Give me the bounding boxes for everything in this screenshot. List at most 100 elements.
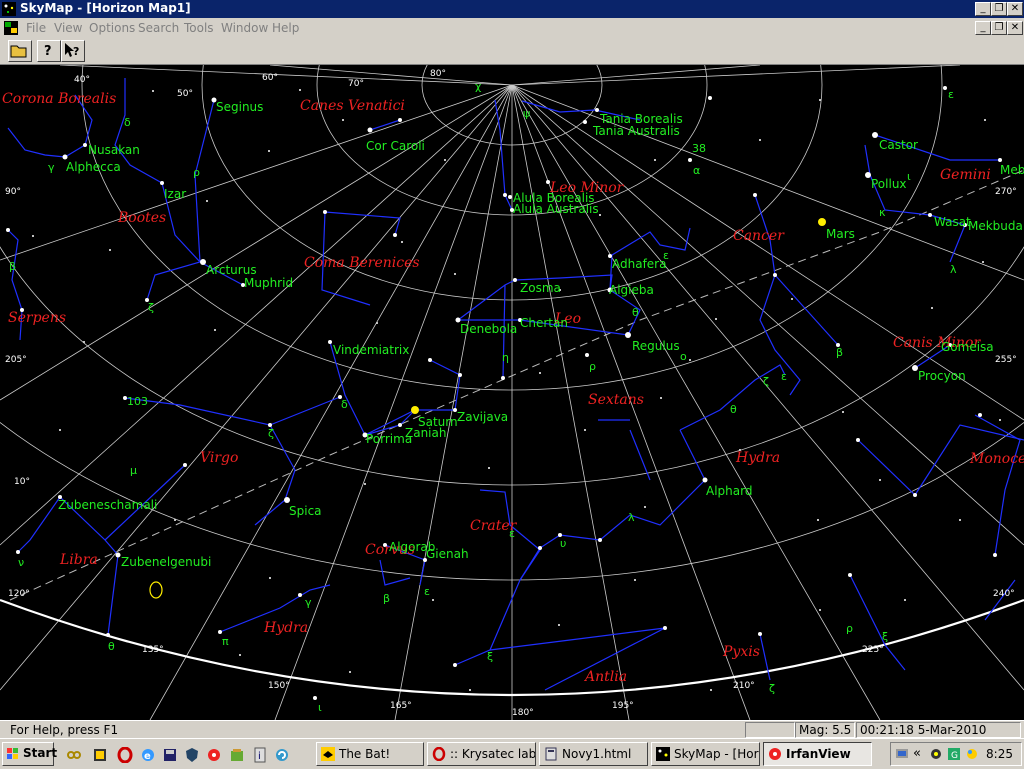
con-corona-borealis: Corona Borealis xyxy=(2,91,116,107)
svg-text:γ: γ xyxy=(48,161,55,174)
star-nusakan: Nusakan xyxy=(88,143,140,157)
star-alula-australis: Alula Australis xyxy=(513,202,599,216)
svg-text:β: β xyxy=(836,346,843,359)
svg-text:60°: 60° xyxy=(262,73,278,83)
svg-text:ξ: ξ xyxy=(487,650,493,663)
saturn-dot[interactable] xyxy=(411,406,419,414)
help-button[interactable]: ? xyxy=(37,40,61,62)
task-the-bat[interactable]: The Bat! xyxy=(316,742,424,766)
svg-text:195°: 195° xyxy=(612,701,634,711)
star-alphecca: Alphecca xyxy=(66,160,121,174)
svg-text:10°: 10° xyxy=(14,477,30,487)
quicklaunch-tools-icon[interactable] xyxy=(229,747,245,763)
star-gienah: Gienah xyxy=(426,547,469,561)
svg-text:80°: 80° xyxy=(430,69,446,79)
system-tray: « G 8:25 xyxy=(890,742,1022,766)
svg-text:135°: 135° xyxy=(142,645,164,655)
quicklaunch-app-icon[interactable] xyxy=(92,747,108,763)
quicklaunch-info-icon[interactable]: i xyxy=(252,747,268,763)
menu-options[interactable]: Options xyxy=(89,21,135,35)
star-zosma: Zosma xyxy=(520,281,561,295)
quicklaunch-ie-icon[interactable]: e xyxy=(140,747,156,763)
task-skymap[interactable]: SkyMap - [Hori... xyxy=(651,742,760,766)
star-seginus: Seginus xyxy=(216,100,263,114)
quicklaunch-shield-icon[interactable] xyxy=(184,747,200,763)
start-label: Start xyxy=(23,746,58,760)
con-cancer: Cancer xyxy=(733,228,785,244)
star-muphrid: Muphrid xyxy=(244,276,293,290)
mars-dot[interactable] xyxy=(818,218,826,226)
star-procyon: Procyon xyxy=(918,369,966,383)
status-bar: For Help, press F1 Mag: 5.5 00:21:18 5-M… xyxy=(0,720,1024,739)
svg-text:225°: 225° xyxy=(862,645,884,655)
doc-minimize-button[interactable]: _ xyxy=(975,21,991,35)
quicklaunch-disk-icon[interactable] xyxy=(162,747,178,763)
svg-text:ι: ι xyxy=(318,701,322,714)
quicklaunch-irfan-icon[interactable] xyxy=(206,747,222,763)
menu-file[interactable]: File xyxy=(26,21,46,35)
svg-text:ι: ι xyxy=(907,170,911,183)
svg-text:ρ: ρ xyxy=(589,360,596,373)
opera-icon xyxy=(432,747,446,761)
taskbar: Start e i The Bat! :: Krysatec labs... N… xyxy=(0,738,1024,769)
star-zavijava: Zavijava xyxy=(457,410,508,424)
sky-map-canvas[interactable]: 40° 50° 60° 70° 80° 90° 205° 10° 120° 13… xyxy=(0,65,1024,720)
svg-text:165°: 165° xyxy=(390,701,412,711)
svg-text:κ: κ xyxy=(879,206,886,219)
menu-help[interactable]: Help xyxy=(272,21,299,35)
svg-text:ε: ε xyxy=(424,585,430,598)
svg-text:?: ? xyxy=(73,45,79,58)
open-button[interactable] xyxy=(8,40,32,62)
task-novy1[interactable]: Novy1.html xyxy=(539,742,648,766)
con-coma-berenices: Coma Berenices xyxy=(304,255,420,271)
star-izar: Izar xyxy=(164,187,186,201)
restore-button[interactable]: ❐ xyxy=(991,2,1007,16)
svg-text:ζ: ζ xyxy=(769,682,775,695)
star-tania-australis: Tania Australis xyxy=(592,124,680,138)
tray-expand-icon[interactable]: « xyxy=(913,746,921,761)
star-vindemiatrix: Vindemiatrix xyxy=(333,343,409,357)
clock[interactable]: 8:25 xyxy=(986,747,1013,761)
svg-text:90°: 90° xyxy=(5,187,21,197)
svg-text:θ: θ xyxy=(108,640,115,653)
toolbar: ? ? xyxy=(0,38,1024,65)
close-button[interactable]: ✕ xyxy=(1007,2,1023,16)
window-title: SkyMap - [Horizon Map1] xyxy=(20,1,191,15)
menu-window[interactable]: Window xyxy=(221,21,268,35)
quicklaunch-refresh-icon[interactable] xyxy=(274,747,290,763)
the-bat-icon xyxy=(321,747,335,761)
con-pyxis: Pyxis xyxy=(722,644,760,660)
svg-text:ε: ε xyxy=(663,249,669,262)
doc-restore-button[interactable]: ❐ xyxy=(991,21,1007,35)
star-adhafera: Adhafera xyxy=(612,257,666,271)
menu-search[interactable]: Search xyxy=(138,21,179,35)
svg-text:e: e xyxy=(144,751,151,762)
tray-gear-icon[interactable] xyxy=(929,747,943,761)
star-spica: Spica xyxy=(289,504,322,518)
menu-tools[interactable]: Tools xyxy=(184,21,214,35)
task-irfanview[interactable]: IrfanView xyxy=(763,742,872,766)
quicklaunch-glasses-icon[interactable] xyxy=(66,747,82,763)
svg-text:i: i xyxy=(258,751,261,762)
svg-text:α: α xyxy=(693,164,700,177)
title-bar[interactable]: SkyMap - [Horizon Map1] _ ❐ ✕ xyxy=(0,0,1024,18)
task-krysatec[interactable]: :: Krysatec labs... xyxy=(427,742,536,766)
doc-close-button[interactable]: ✕ xyxy=(1007,21,1023,35)
svg-text:π: π xyxy=(222,635,229,648)
con-antlia: Antlia xyxy=(583,669,627,685)
svg-text:270°: 270° xyxy=(995,187,1017,197)
document-icon[interactable] xyxy=(3,20,19,36)
tray-network-icon[interactable] xyxy=(895,747,909,761)
svg-text:103: 103 xyxy=(127,395,148,408)
tray-antivirus-icon[interactable]: G xyxy=(947,747,961,761)
context-help-button[interactable]: ? xyxy=(61,40,85,62)
minimize-button[interactable]: _ xyxy=(975,2,991,16)
menu-view[interactable]: View xyxy=(54,21,82,35)
start-button[interactable]: Start xyxy=(2,742,58,766)
svg-text:50°: 50° xyxy=(177,89,193,99)
svg-text:70°: 70° xyxy=(348,79,364,89)
tray-messenger-icon[interactable] xyxy=(965,747,979,761)
con-libra: Libra xyxy=(59,552,98,568)
quicklaunch-opera-icon[interactable] xyxy=(117,747,133,763)
svg-text:210°: 210° xyxy=(733,681,755,691)
